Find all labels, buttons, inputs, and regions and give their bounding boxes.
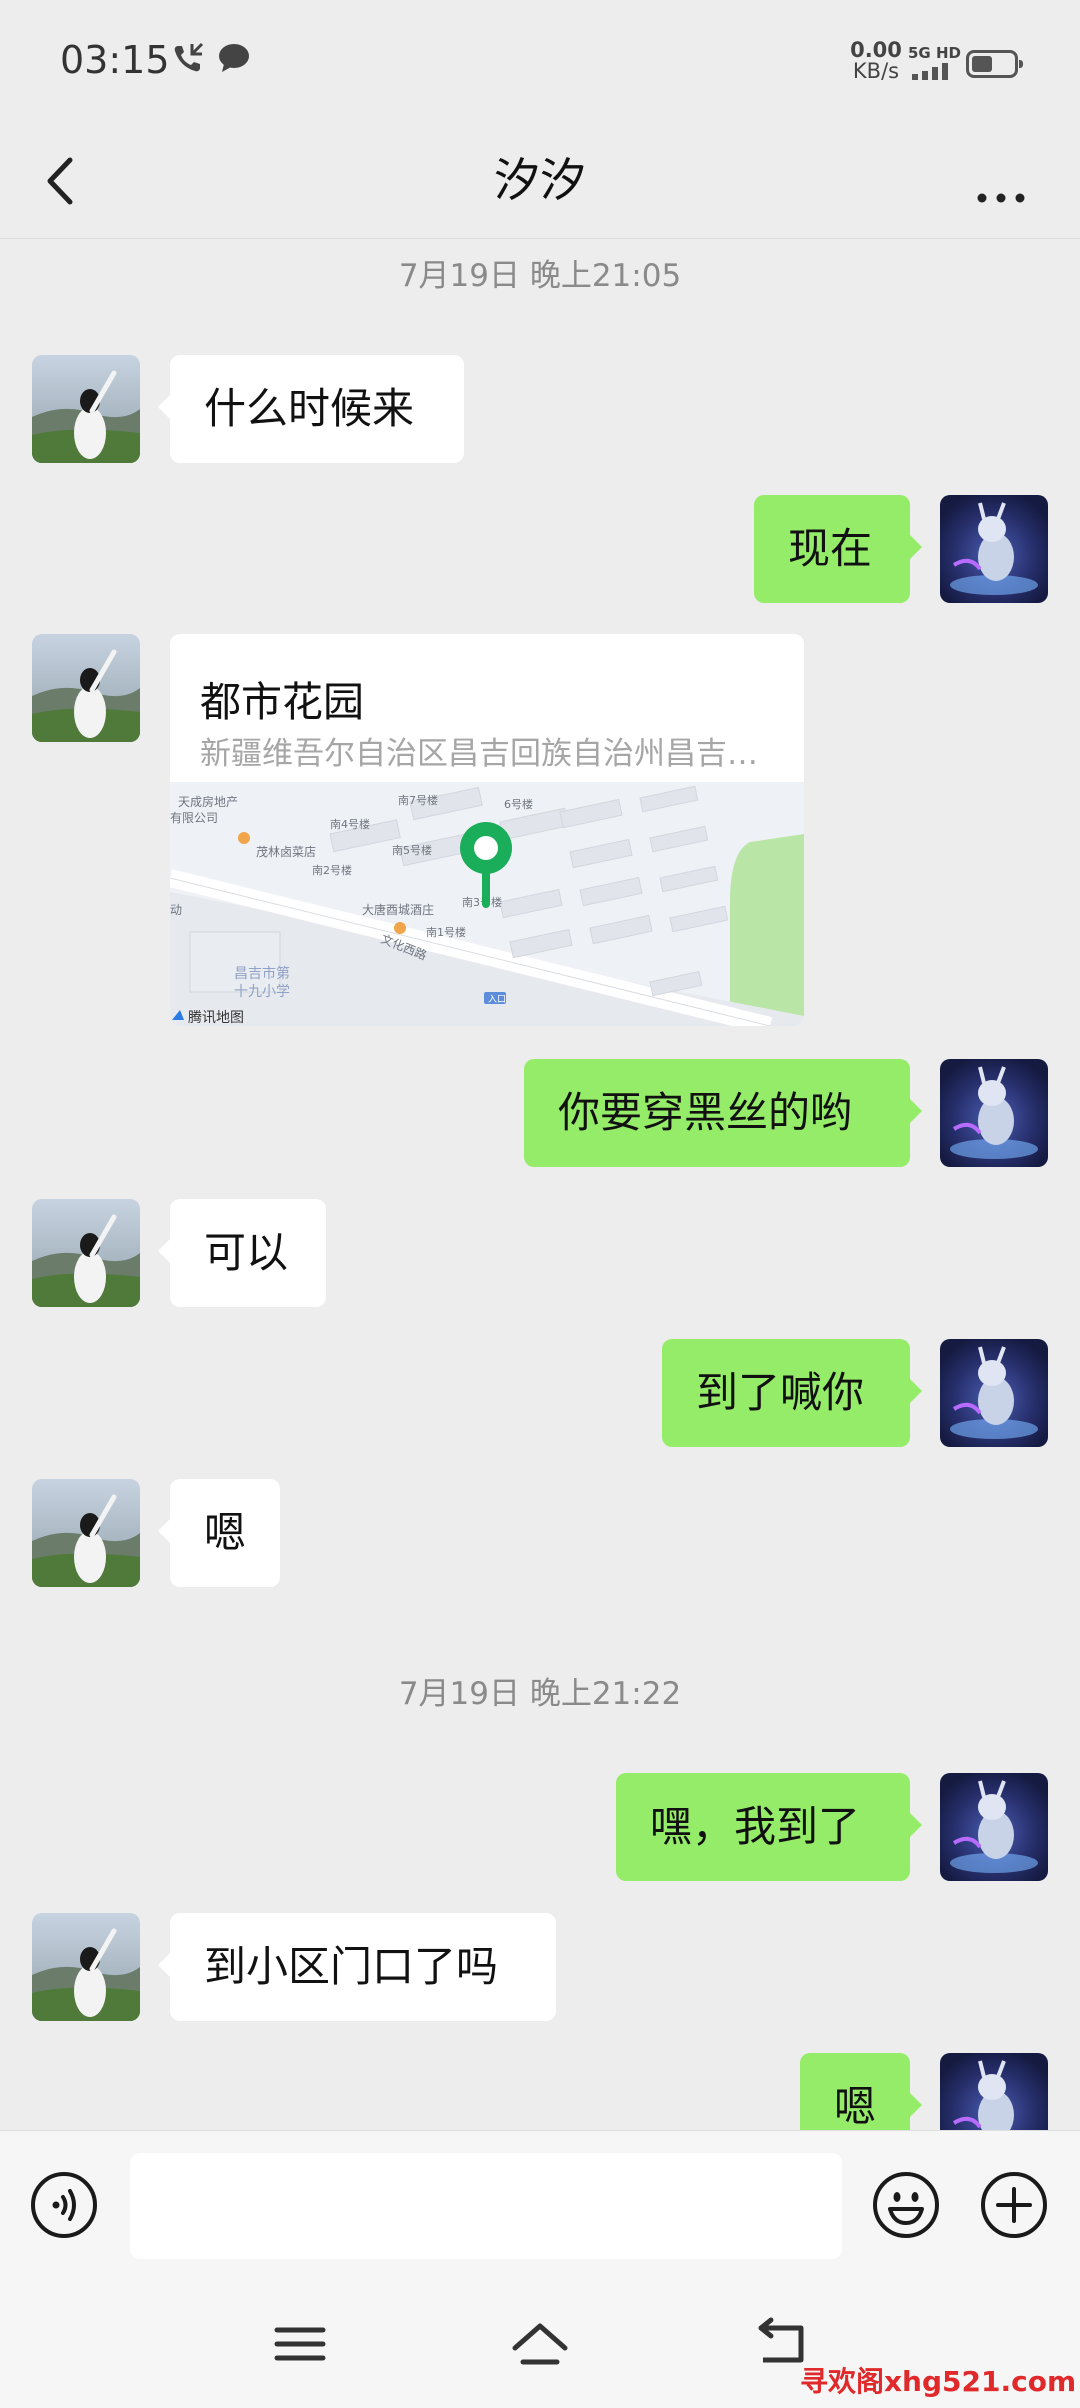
status-time: 03:15 [60, 38, 170, 82]
header-divider [0, 238, 1080, 239]
contact-avatar[interactable] [32, 1913, 140, 2021]
contact-avatar[interactable] [32, 355, 140, 463]
back-arrow-icon[interactable] [36, 146, 96, 216]
home-icon[interactable] [505, 2316, 575, 2372]
timestamp: 7月19日 晚上21:22 [398, 1676, 682, 1712]
map-label: 十九小学 [234, 984, 290, 1000]
location-map: 天成房地产 有限公司 茂林卤菜店 南7号楼 南4号楼 南5号楼 南2号楼 6号楼… [170, 782, 804, 1026]
signal-icon [912, 63, 948, 80]
map-label: 天成房地产 [178, 794, 238, 809]
menu-icon[interactable] [265, 2316, 335, 2372]
message-input[interactable] [130, 2153, 842, 2259]
map-label: 南5号楼 [392, 843, 432, 857]
map-label: 大唐酉城酒庄 [362, 902, 434, 917]
contact-avatar-image [32, 1479, 140, 1587]
watermark: 寻欢阁xhg521.com [800, 2365, 1077, 2398]
message-bubble-incoming[interactable]: 什么时候来 [158, 355, 464, 463]
more-icon[interactable] [966, 152, 1036, 212]
message-bubble-incoming[interactable]: 嗯 [158, 1479, 280, 1587]
net-rate-value: 0.00 [850, 38, 902, 62]
message-bubble-incoming[interactable]: 到小区门口了吗 [158, 1913, 556, 2021]
my-avatar[interactable] [940, 1339, 1048, 1447]
message-bubble-outgoing[interactable]: 嘿，我到了 [616, 1773, 922, 1881]
map-label: 茂林卤菜店 [256, 845, 316, 859]
contact-avatar-image [32, 1199, 140, 1307]
map-label: 南7号楼 [398, 793, 438, 807]
message-bubble-outgoing[interactable]: 你要穿黑丝的哟 [524, 1059, 922, 1167]
call-icon [174, 42, 204, 72]
location-name: 都市花园 [200, 678, 364, 726]
contact-avatar-image [32, 355, 140, 463]
net-rate: 0.00 KB/s [846, 40, 906, 82]
chat-title: 汐汐 [494, 153, 586, 207]
location-address: 新疆维吾尔自治区昌吉回族自治州昌吉… [200, 736, 758, 772]
my-avatar[interactable] [940, 1773, 1048, 1881]
voice-icon[interactable] [30, 2171, 98, 2239]
my-avatar-image [940, 495, 1048, 603]
net-rate-unit: KB/s [852, 59, 900, 83]
chat-header: 汐汐 [0, 128, 1080, 238]
contact-avatar-image [32, 634, 140, 742]
map-attribution: 腾讯地图 [188, 1009, 244, 1026]
network-type: 5G HD [908, 44, 961, 62]
message-bubble-outgoing[interactable]: 现在 [754, 495, 922, 603]
my-avatar-image [940, 1773, 1048, 1881]
map-label: 昌吉市第 [234, 965, 290, 982]
map-label: 6号楼 [504, 797, 533, 811]
contact-avatar[interactable] [32, 1479, 140, 1587]
message-bubble-outgoing[interactable]: 到了喊你 [662, 1339, 922, 1447]
map-label: 入口 [488, 994, 506, 1005]
my-avatar-image [940, 1059, 1048, 1167]
contact-avatar[interactable] [32, 1199, 140, 1307]
status-bar: 03:15 0.00 KB/s 5G HD [0, 0, 1080, 128]
map-label: 南1号楼 [426, 925, 466, 939]
timestamp: 7月19日 晚上21:05 [398, 258, 682, 294]
my-avatar-image [940, 1339, 1048, 1447]
my-avatar[interactable] [940, 1059, 1048, 1167]
battery-icon [966, 50, 1023, 78]
location-card[interactable]: 都市花园 新疆维吾尔自治区昌吉回族自治州昌吉… 天成房地产 有限公司 茂林卤菜店… [170, 634, 804, 1026]
map-label: 有限公司 [170, 811, 218, 825]
contact-avatar[interactable] [32, 634, 140, 742]
plus-icon[interactable] [980, 2171, 1048, 2239]
my-avatar[interactable] [940, 495, 1048, 603]
message-icon [219, 44, 249, 72]
emoji-icon[interactable] [872, 2171, 940, 2239]
input-bar [0, 2130, 1080, 2271]
map-label: 动 [170, 903, 182, 917]
map-label: 南2号楼 [312, 863, 352, 877]
message-bubble-incoming[interactable]: 可以 [158, 1199, 326, 1307]
map-label: 南4号楼 [330, 817, 370, 831]
contact-avatar-image [32, 1913, 140, 2021]
